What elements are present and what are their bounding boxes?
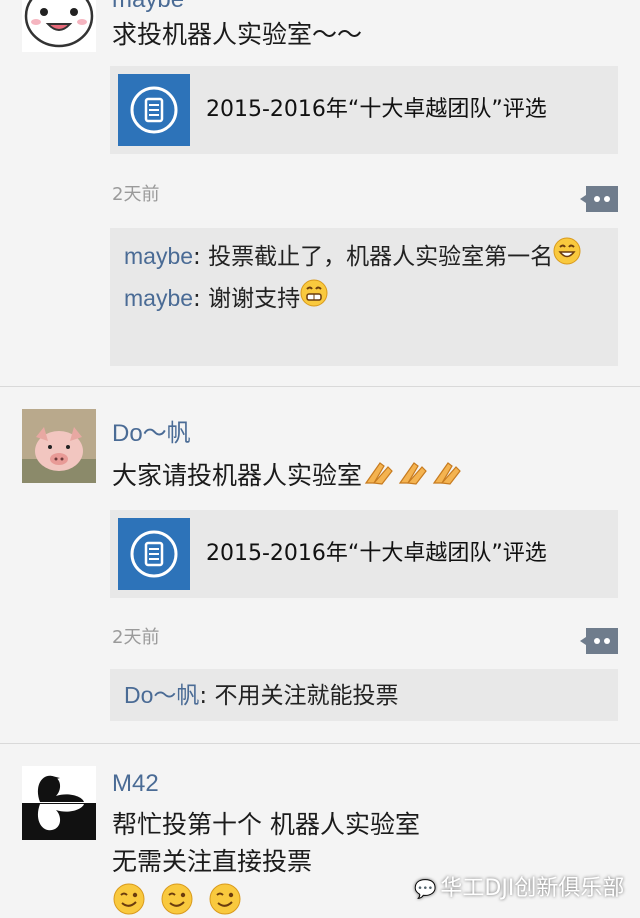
- post-username[interactable]: Do～帆: [112, 413, 191, 448]
- post-message: 大家请投机器人实验室: [112, 457, 464, 497]
- post-message: 求投机器人实验室～～: [112, 20, 363, 49]
- comment-item[interactable]: Do～帆: 不用关注就能投票: [124, 675, 604, 716]
- post-username[interactable]: M42: [112, 770, 159, 798]
- avatar[interactable]: [22, 0, 96, 52]
- comment-author[interactable]: maybe: [124, 243, 193, 269]
- swan-avatar-icon: [22, 766, 96, 840]
- post-message: 帮忙投第十个 机器人实验室 无需关注直接投票: [112, 806, 420, 918]
- comment-list: Do～帆: 不用关注就能投票: [110, 669, 618, 721]
- shared-link-card[interactable]: 2015-2016年“十大卓越团队”评选: [110, 66, 618, 154]
- comment-separator: :: [193, 286, 209, 312]
- comment-text: 谢谢支持: [208, 286, 301, 312]
- comment-list: maybe: 投票截止了，机器人实验室第一名 maybe: 谢谢支持: [110, 228, 618, 366]
- clap-hands-emoji-icon: [362, 457, 464, 497]
- post-timestamp: 2天前: [112, 184, 160, 205]
- wink-emoji-row: [112, 882, 420, 918]
- watermark: 💬 华工DJI创新俱乐部: [414, 870, 624, 902]
- post-timestamp: 2天前: [112, 627, 160, 648]
- comment-item[interactable]: maybe: 投票截止了，机器人实验室第一名: [124, 236, 604, 278]
- wink-emoji-icon: [112, 882, 146, 918]
- comment-bubble-icon[interactable]: [580, 628, 618, 654]
- document-icon: [118, 518, 190, 590]
- post-message-line: 帮忙投第十个 机器人实验室: [112, 810, 420, 839]
- comment-item[interactable]: maybe: 谢谢支持: [124, 278, 604, 320]
- shared-link-card[interactable]: 2015-2016年“十大卓越团队”评选: [110, 510, 618, 598]
- grin-emoji-icon: [553, 237, 581, 278]
- comment-text: 不用关注就能投票: [214, 683, 399, 709]
- post-message-text: 大家请投机器人实验室: [112, 461, 363, 490]
- link-title: 2015-2016年“十大卓越团队”评选: [206, 97, 547, 122]
- comment-bubble-icon[interactable]: [580, 186, 618, 212]
- comment-separator: :: [199, 683, 215, 709]
- post-message-line: 无需关注直接投票: [112, 847, 313, 876]
- post-do-fan: Do～帆 大家请投机器人实验室 2015-2016年“十大卓越团队”评选 2天前…: [0, 387, 640, 743]
- cartoon-face-avatar-icon: [24, 0, 94, 48]
- avatar[interactable]: [22, 409, 96, 483]
- wink-emoji-icon: [208, 882, 242, 918]
- comment-separator: :: [193, 244, 209, 270]
- wink-emoji-icon: [160, 882, 194, 918]
- document-icon: [118, 74, 190, 146]
- link-title: 2015-2016年“十大卓越团队”评选: [206, 541, 547, 566]
- comment-author[interactable]: Do～帆: [124, 682, 199, 708]
- avatar[interactable]: [22, 766, 96, 840]
- watermark-text: 华工DJI创新俱乐部: [440, 876, 625, 901]
- post-username[interactable]: maybe: [112, 0, 184, 14]
- comment-author[interactable]: maybe: [124, 285, 193, 311]
- pig-avatar-icon: [22, 409, 96, 483]
- grin-emoji-icon: [300, 279, 328, 320]
- comment-text: 投票截止了，机器人实验室第一名: [208, 244, 554, 270]
- wechat-logo-icon: 💬: [414, 879, 437, 900]
- post-maybe: maybe 求投机器人实验室～～ 2015-2016年“十大卓越团队”评选 2天…: [0, 0, 640, 386]
